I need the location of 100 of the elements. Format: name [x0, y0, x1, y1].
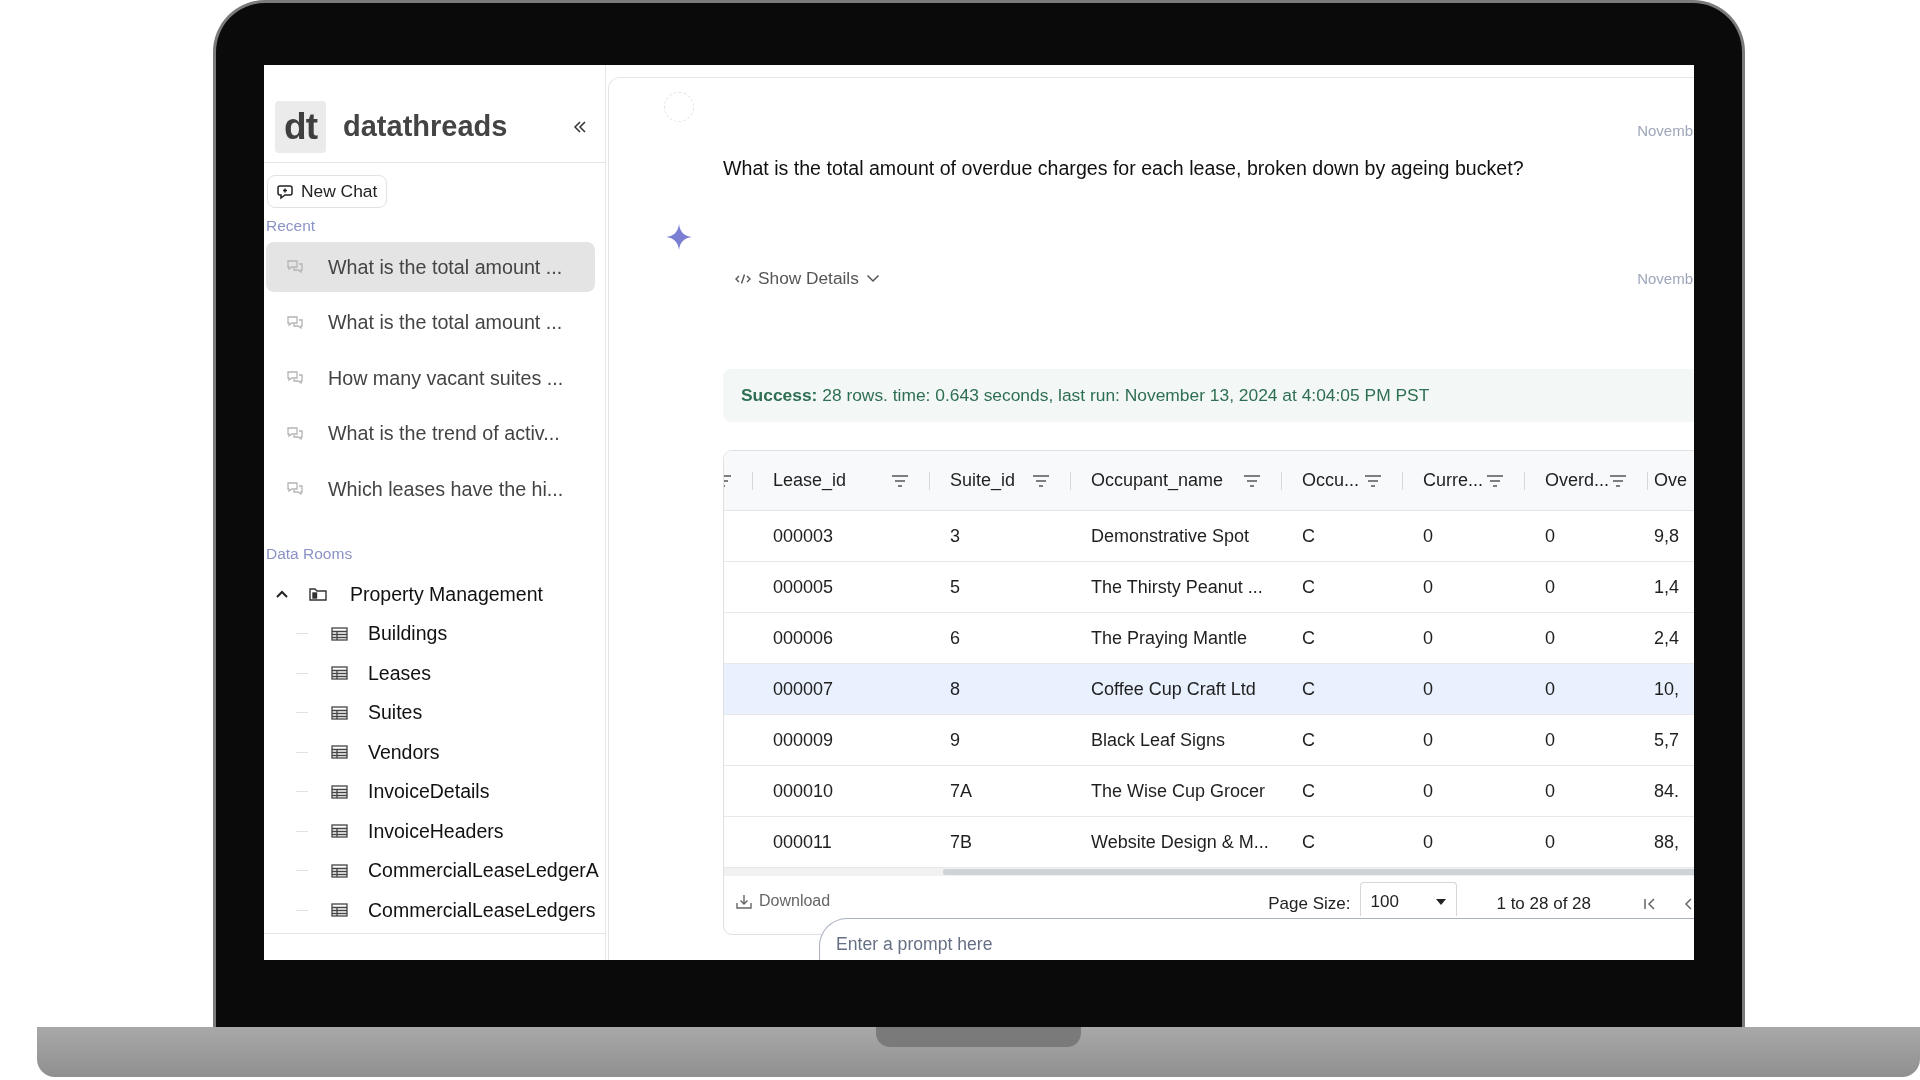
table-cell-text: 0	[1544, 780, 1556, 802]
filter-icon[interactable]	[1609, 473, 1628, 488]
table-cell-text: The Praying Mantle	[1090, 627, 1249, 649]
table-cell-text: 000003	[772, 525, 835, 547]
table-cell-text: 7A	[949, 780, 974, 802]
column-header[interactable]: Suite_id	[950, 470, 1032, 491]
table-cell-text: 0	[1422, 627, 1434, 649]
table-name[interactable]: Leases	[368, 661, 431, 685]
table-cell-text: 000009	[772, 729, 835, 751]
recent-chat-item[interactable]: What is the total amount ...	[266, 297, 595, 348]
column-header[interactable]: Lease_id	[773, 470, 891, 491]
message-timestamp: Novemb	[1636, 122, 1694, 139]
table-cell-text: 5	[949, 576, 961, 598]
chat-title: What is the total amount ...	[328, 311, 563, 334]
chat-title: What is the trend of activ...	[328, 422, 560, 445]
filter-icon[interactable]	[1243, 473, 1261, 488]
table-name[interactable]: Vendors	[368, 740, 440, 764]
table-cell-text: 000005	[772, 576, 835, 598]
section-label: Recent	[266, 218, 317, 234]
column-header[interactable]: Ove	[1654, 470, 1694, 491]
table-cell-text: 10,	[1653, 678, 1681, 700]
table-cell-text: 8	[949, 678, 961, 700]
success-banner: Success: 28 rows. time: 0.643 seconds, last run: November 13, 2024 at 4:04:05 PM PST	[723, 369, 1694, 422]
table-name[interactable]: CommercialLeaseLedgers	[368, 898, 596, 922]
section-label: Data Rooms	[266, 546, 354, 562]
table-row[interactable]: 000007 8 Coffee Cup Craft Ltd C 0 0 10,	[724, 664, 1694, 715]
folder-icon	[309, 586, 327, 602]
table-row[interactable]: 000003 3 Demonstrative Spot C 0 0 9,8	[724, 511, 1694, 562]
table-cell-text: Coffee Cup Craft Ltd	[1090, 678, 1257, 700]
table-cell-text: C	[1301, 627, 1316, 649]
data-room-name[interactable]: Property Management	[350, 582, 543, 606]
filter-icon[interactable]	[891, 473, 909, 488]
table-icon	[331, 626, 348, 641]
table-cell-text: 88,	[1653, 831, 1681, 853]
first-page-icon[interactable]	[1643, 897, 1657, 911]
table-cell-text: 0	[1422, 525, 1434, 547]
column-header[interactable]: Occu...	[1302, 470, 1364, 491]
table-name[interactable]: CommercialLeaseLedgerA	[368, 859, 599, 883]
table-cell-text: 0	[1544, 678, 1556, 700]
chat-bubbles-icon	[286, 425, 304, 442]
recent-chat-item[interactable]: What is the total amount ...	[266, 242, 595, 292]
logo: dt	[275, 100, 326, 153]
table-name[interactable]: Suites	[368, 701, 423, 725]
table-row[interactable]: 000009 9 Black Leaf Signs C 0 0 5,7	[724, 715, 1694, 766]
chat-title: Which leases have the hi...	[328, 477, 564, 501]
message-timestamp: Novemb	[1637, 270, 1693, 287]
table-cell-text: C	[1301, 780, 1316, 802]
code-icon	[735, 272, 751, 285]
new-chat-icon	[277, 183, 295, 200]
filter-icon[interactable]	[1032, 473, 1050, 488]
table-name[interactable]: InvoiceHeaders	[368, 819, 504, 843]
download-icon	[736, 893, 752, 909]
table-cell-text: 000007	[772, 678, 835, 700]
column-header[interactable]: Overd...	[1545, 470, 1610, 491]
column-header[interactable]: Occupant_name	[1091, 470, 1243, 491]
table-row[interactable]: 000010 7A The Wise Cup Grocer C 0 0 84.	[724, 766, 1694, 817]
table-name[interactable]: InvoiceDetails	[368, 780, 490, 804]
page-size-select[interactable]: 100	[1360, 882, 1458, 916]
table-cell-text: C	[1301, 831, 1316, 853]
table-cell-text: 0	[1544, 525, 1556, 547]
page-size-label: Page Size:	[1268, 894, 1351, 914]
recent-chat-item[interactable]: How many vacant suites ...	[266, 353, 595, 403]
table-cell-text: 2,4	[1653, 627, 1681, 649]
table-cell-text: 000006	[772, 627, 835, 649]
prompt-field[interactable]: Enter a prompt here	[819, 918, 1694, 960]
table-icon	[331, 666, 348, 681]
table-icon	[331, 903, 348, 918]
table-cell-text: 0	[1422, 729, 1434, 751]
filter-icon[interactable]	[1364, 473, 1382, 488]
table-cell-text: C	[1301, 576, 1316, 598]
table-cell-text: 6	[949, 627, 961, 649]
table-name[interactable]: Buildings	[368, 622, 448, 646]
table-cell-text: The Thirsty Peanut ...	[1090, 576, 1264, 598]
show-details-toggle[interactable]: Show Details	[723, 268, 880, 289]
table-cell-text: 0	[1544, 576, 1556, 598]
table-cell-text: 0	[1544, 831, 1556, 853]
table-row[interactable]: 000005 5 The Thirsty Peanut ... C 0 0 1,4	[724, 562, 1694, 613]
question-text: What is the total amount of overdue charges for each lease, broken down by ageing bucket?	[723, 157, 1525, 180]
sparkle-icon	[666, 224, 692, 250]
table-cell-text: Demonstrative Spot	[1090, 525, 1251, 547]
previous-page-icon[interactable]	[1683, 897, 1693, 911]
table-cell-text: 0	[1422, 831, 1434, 853]
table-icon	[331, 784, 348, 799]
collapse-icon[interactable]	[573, 119, 587, 134]
column-header[interactable]: Curre...	[1423, 470, 1486, 491]
filter-icon[interactable]	[1486, 473, 1504, 488]
caret-up-icon[interactable]	[275, 589, 289, 599]
table-icon	[331, 824, 348, 839]
chat-bubbles-icon	[286, 370, 304, 386]
horizontal-scrollbar[interactable]	[724, 868, 1694, 876]
chat-title: What is the total amount ...	[328, 255, 563, 279]
table-cell-text: C	[1301, 729, 1316, 751]
recent-chat-item[interactable]: Which leases have the hi...	[266, 464, 595, 514]
table-cell-text: The Wise Cup Grocer	[1090, 780, 1267, 802]
recent-chat-item[interactable]: What is the trend of activ...	[266, 408, 595, 459]
table-cell-text: C	[1301, 525, 1316, 547]
chat-bubbles-icon	[286, 481, 304, 497]
download-button[interactable]: Download	[736, 892, 831, 910]
table-cell-text: C	[1301, 678, 1316, 700]
new-chat-button[interactable]: New Chat	[267, 175, 388, 208]
